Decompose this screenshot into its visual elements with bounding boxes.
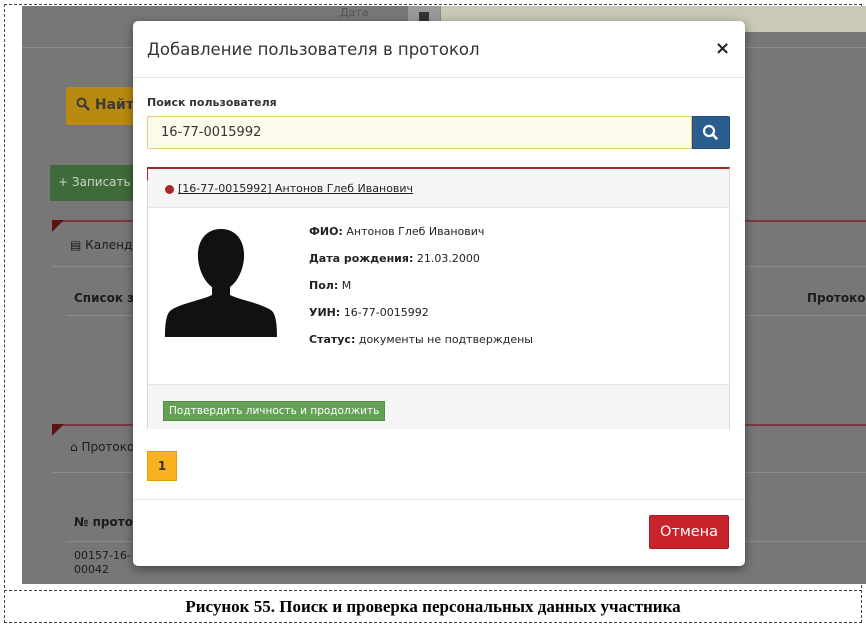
uin-label: УИН: (309, 306, 341, 319)
status-dot-icon (165, 185, 174, 194)
bg-record-button[interactable]: + Записать (50, 165, 140, 201)
bg-row-cell-line2: 00042 (74, 563, 109, 576)
user-info: ФИО: Антонов Глеб Иванович Дата рождения… (309, 225, 533, 360)
modal-header: Добавление пользователя в протокол × (133, 21, 745, 78)
search-label: Поиск пользователя (147, 96, 277, 109)
bg-panel-corner (52, 424, 64, 436)
bg-find-button[interactable]: Найти (66, 87, 136, 125)
figure-divider (4, 590, 862, 591)
status-value: документы не подтверждены (358, 333, 533, 346)
modal-title: Добавление пользователя в протокол (147, 40, 480, 59)
plus-icon: + (58, 175, 69, 189)
uin-value: 16-77-0015992 (343, 306, 429, 319)
birth-row: Дата рождения: 21.03.2000 (309, 252, 533, 279)
gender-label: Пол: (309, 279, 339, 292)
add-user-modal: Добавление пользователя в протокол × Пои… (133, 21, 745, 566)
gender-value: М (341, 279, 352, 292)
bg-row-cell-line1: 00157-16- (74, 549, 131, 562)
calendar-icon: ▤ (70, 238, 82, 252)
gender-row: Пол: М (309, 279, 533, 306)
result-footer: Подтвердить личность и продолжить (148, 384, 729, 429)
bg-date-label: Дата (340, 6, 369, 19)
uin-row: УИН: 16-77-0015992 (309, 306, 533, 333)
birth-value: 21.03.2000 (416, 252, 480, 265)
pagination-page-1[interactable]: 1 (147, 451, 177, 481)
result-header: [16-77-0015992] Антонов Глеб Иванович (148, 169, 729, 208)
search-result-panel: [16-77-0015992] Антонов Глеб Иванович ФИ… (147, 167, 730, 429)
bg-row-cell: 00157-16- 00042 (74, 549, 131, 577)
cancel-button[interactable]: Отмена (649, 515, 729, 549)
birth-label: Дата рождения: (309, 252, 414, 265)
bg-list-column: Список з (74, 291, 135, 305)
status-row: Статус: документы не подтверждены (309, 333, 533, 360)
fio-label: ФИО: (309, 225, 343, 238)
search-button[interactable] (692, 116, 730, 149)
user-result-link[interactable]: [16-77-0015992] Антонов Глеб Иванович (178, 182, 413, 195)
home-icon: ⌂ (70, 440, 78, 454)
person-silhouette-icon (165, 229, 277, 337)
bg-record-label: Записать (71, 175, 131, 189)
bg-find-label: Найти (94, 97, 136, 113)
status-label: Статус: (309, 333, 356, 346)
search-icon (702, 124, 718, 140)
figure-caption: Рисунок 55. Поиск и проверка персональны… (185, 597, 681, 616)
confirm-identity-button[interactable]: Подтвердить личность и продолжить (163, 401, 386, 421)
close-icon[interactable]: × (715, 38, 730, 59)
user-search-input[interactable] (147, 116, 692, 149)
bg-protocol-column: Протоко (807, 291, 866, 305)
search-icon (76, 97, 90, 111)
fio-value: Антонов Глеб Иванович (346, 225, 485, 238)
modal-footer: Отмена (133, 499, 745, 566)
fio-row: ФИО: Антонов Глеб Иванович (309, 225, 533, 252)
bg-panel-corner (52, 220, 64, 232)
